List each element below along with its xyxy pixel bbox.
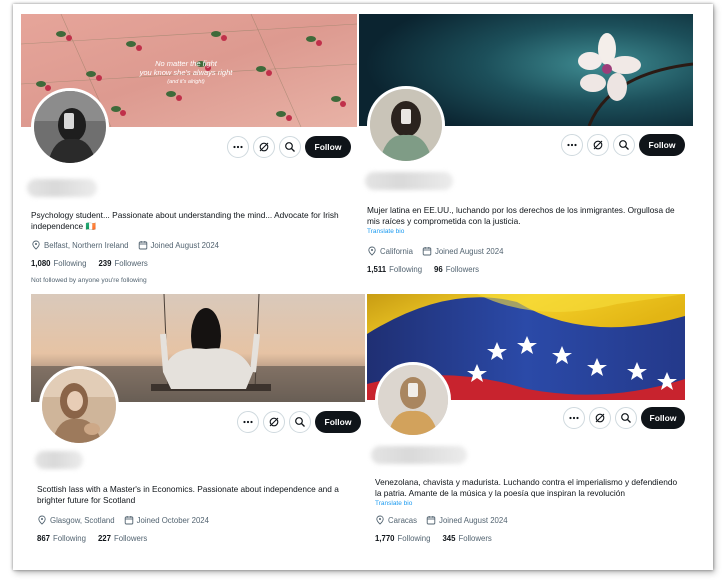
more-dots-icon (569, 416, 579, 420)
avatar[interactable] (375, 362, 451, 438)
following-link[interactable]: 1,770 Following (375, 534, 430, 543)
profile-card-1: No matter the fight you know she's alway… (21, 14, 357, 286)
search-icon (285, 142, 295, 152)
following-link[interactable]: 867 Following (37, 534, 86, 543)
grok-button[interactable] (587, 134, 609, 156)
followers-link[interactable]: 239 Followers (98, 259, 147, 268)
bio: Mujer latina en EE.UU., luchando por los… (367, 205, 675, 226)
grok-icon (269, 417, 279, 427)
joined-date: Joined October 2024 (136, 515, 209, 525)
display-name-redacted (35, 451, 83, 469)
following-link[interactable]: 1,080 Following (31, 259, 86, 268)
follow-stats: 867 Following 227 Followers (37, 534, 159, 543)
follow-stats: 1,511 Following 96 Followers (367, 265, 491, 274)
bio: Psychology student... Passionate about u… (31, 210, 339, 231)
following-label: Following (397, 534, 431, 543)
profile-card-3: Follow Scottish lass with a Master's in … (31, 294, 365, 559)
followers-count: 239 (98, 259, 112, 268)
grok-button[interactable] (253, 136, 275, 158)
more-dots-icon (233, 145, 243, 149)
followers-label: Followers (114, 259, 148, 268)
followers-label: Followers (458, 534, 492, 543)
grok-icon (259, 142, 269, 152)
banner-line-2: you know she's always right (139, 68, 234, 77)
profile-meta: Glasgow, Scotland Joined October 2024 (37, 515, 209, 525)
following-label: Following (389, 265, 423, 274)
calendar-icon (426, 516, 436, 525)
calendar-icon (124, 516, 133, 525)
follow-button[interactable]: Follow (639, 134, 685, 156)
more-button[interactable] (237, 411, 259, 433)
follow-stats: 1,080 Following 239 Followers (31, 259, 160, 268)
more-dots-icon (567, 143, 577, 147)
profile-card-4: Follow Venezolana, chavista y madurista.… (367, 294, 685, 559)
followers-count: 227 (97, 534, 111, 543)
bio: Scottish lass with a Master's in Economi… (37, 484, 339, 505)
location-text: California (380, 246, 413, 256)
calendar-icon (422, 247, 432, 256)
calendar-icon (138, 241, 147, 250)
following-label: Following (53, 534, 86, 543)
location-pin-icon (376, 515, 384, 525)
following-link[interactable]: 1,511 Following (367, 265, 422, 274)
location-pin-icon (38, 515, 46, 525)
followed-by-note: Not followed by anyone you're following (31, 277, 147, 284)
followers-count: 96 (434, 265, 443, 274)
avatar[interactable] (39, 366, 119, 446)
joined-date: Joined August 2024 (439, 515, 508, 525)
banner-line-1: No matter the fight (155, 59, 218, 68)
search-button[interactable] (279, 136, 301, 158)
location-text: Glasgow, Scotland (50, 515, 115, 525)
search-icon (295, 417, 305, 427)
profile-meta: California Joined August 2024 (367, 246, 503, 256)
followers-label: Followers (445, 265, 480, 274)
following-count: 867 (37, 534, 51, 543)
followers-link[interactable]: 345 Followers (442, 534, 491, 543)
followers-label: Followers (113, 534, 148, 543)
followers-count: 345 (442, 534, 456, 543)
display-name-redacted (365, 172, 453, 190)
more-button[interactable] (227, 136, 249, 158)
follow-button[interactable]: Follow (305, 136, 351, 158)
following-label: Following (53, 259, 87, 268)
more-button[interactable] (561, 134, 583, 156)
following-count: 1,080 (31, 259, 51, 268)
location-text: Caracas (388, 515, 418, 525)
avatar[interactable] (367, 86, 445, 164)
grok-icon (595, 413, 605, 423)
screenshot-frame: No matter the fight you know she's alway… (13, 4, 713, 570)
search-icon (619, 140, 629, 150)
display-name-redacted (371, 446, 467, 464)
grok-button[interactable] (589, 407, 611, 429)
location-pin-icon (32, 240, 40, 250)
joined-date: Joined August 2024 (150, 240, 220, 250)
avatar[interactable] (31, 88, 109, 166)
following-count: 1,770 (375, 534, 395, 543)
follow-button[interactable]: Follow (641, 407, 685, 429)
banner-line-3: (and it's alright) (167, 79, 205, 85)
display-name-redacted (27, 179, 97, 197)
search-button[interactable] (289, 411, 311, 433)
joined-date: Joined August 2024 (434, 246, 504, 256)
profile-meta: Caracas Joined August 2024 (375, 515, 508, 525)
profile-card-2: Follow Mujer latina en EE.UU., luchando … (359, 14, 693, 286)
bio: Venezolana, chavista y madurista. Luchan… (375, 477, 678, 498)
followers-link[interactable]: 227 Followers (98, 534, 147, 543)
profile-meta: Belfast, Northern Ireland Joined August … (31, 240, 219, 250)
followers-link[interactable]: 96 Followers (434, 265, 479, 274)
grok-icon (593, 140, 603, 150)
location-pin-icon (368, 246, 376, 256)
search-button[interactable] (613, 134, 635, 156)
grok-button[interactable] (263, 411, 285, 433)
follow-stats: 1,770 Following 345 Followers (375, 534, 504, 543)
location-text: Belfast, Northern Ireland (44, 240, 129, 250)
following-count: 1,511 (367, 265, 387, 274)
search-button[interactable] (615, 407, 637, 429)
more-button[interactable] (563, 407, 585, 429)
more-dots-icon (243, 420, 253, 424)
search-icon (621, 413, 631, 423)
follow-button[interactable]: Follow (315, 411, 361, 433)
translate-bio-link[interactable]: Translate bio (367, 228, 404, 235)
translate-bio-link[interactable]: Translate bio (375, 500, 412, 507)
